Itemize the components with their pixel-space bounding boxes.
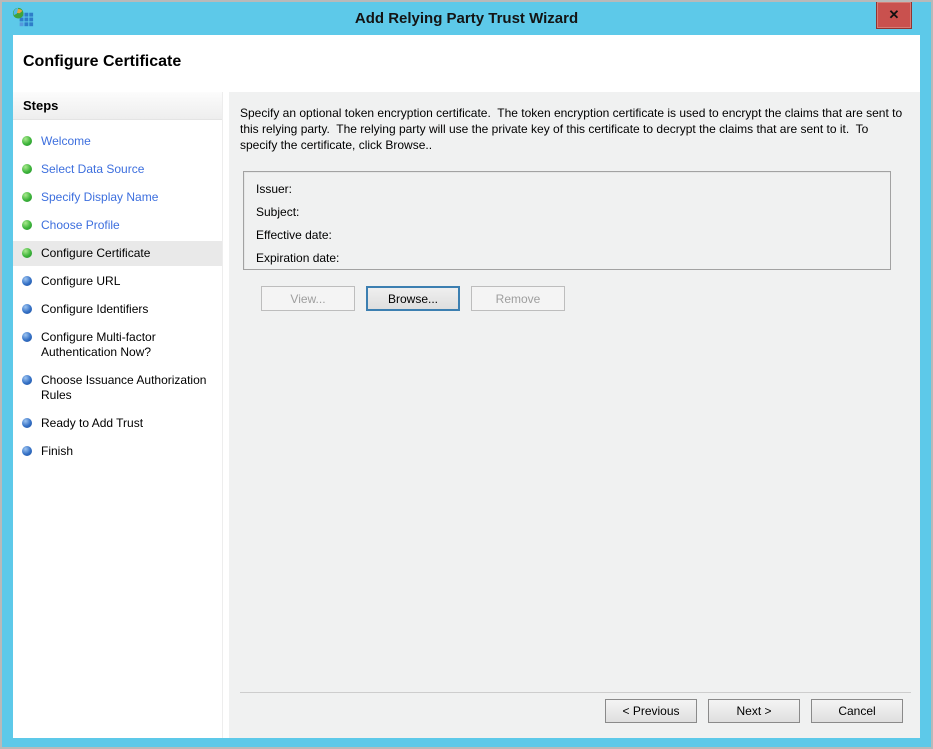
steps-heading: Steps (13, 92, 222, 120)
page-title: Configure Certificate (23, 53, 181, 71)
step-done-icon (22, 136, 32, 146)
adfs-app-icon (11, 6, 36, 31)
step-current-icon (22, 248, 32, 258)
step-choose-issuance-rules: Choose Issuance Authorization Rules (13, 368, 222, 408)
step-todo-icon (22, 276, 32, 286)
view-button[interactable]: View... (261, 286, 355, 311)
cert-field-effective-date: Effective date: (256, 224, 890, 247)
certificate-info-box: Issuer: Subject: Effective date: Expirat… (243, 171, 891, 270)
step-configure-certificate: Configure Certificate (13, 241, 222, 266)
cert-field-expiration-date: Expiration date: (256, 247, 890, 270)
step-welcome[interactable]: Welcome (13, 129, 222, 154)
step-finish: Finish (13, 439, 222, 464)
titlebar: Add Relying Party Trust Wizard ✕ (2, 2, 931, 35)
footer-separator (240, 692, 911, 693)
browse-button[interactable]: Browse... (366, 286, 460, 311)
previous-button[interactable]: < Previous (605, 699, 697, 723)
step-done-icon (22, 164, 32, 174)
remove-button[interactable]: Remove (471, 286, 565, 311)
dialog-client-area: Configure Certificate Steps Welcome Sele… (13, 35, 920, 738)
step-todo-icon (22, 446, 32, 456)
wizard-window: Add Relying Party Trust Wizard ✕ Configu… (0, 0, 933, 749)
step-specify-display-name[interactable]: Specify Display Name (13, 185, 222, 210)
step-todo-icon (22, 375, 32, 385)
steps-list: Welcome Select Data Source Specify Displ… (13, 120, 222, 464)
step-configure-mfa: Configure Multi-factor Authentication No… (13, 325, 222, 365)
cancel-button[interactable]: Cancel (811, 699, 903, 723)
step-select-data-source[interactable]: Select Data Source (13, 157, 222, 182)
step-choose-profile[interactable]: Choose Profile (13, 213, 222, 238)
steps-sidebar: Steps Welcome Select Data Source Specify… (13, 92, 223, 738)
step-description: Specify an optional token encryption cer… (240, 105, 904, 153)
next-button[interactable]: Next > (708, 699, 800, 723)
cert-field-issuer: Issuer: (256, 178, 890, 201)
step-done-icon (22, 220, 32, 230)
step-configure-identifiers: Configure Identifiers (13, 297, 222, 322)
step-done-icon (22, 192, 32, 202)
step-todo-icon (22, 418, 32, 428)
window-title: Add Relying Party Trust Wizard (62, 2, 871, 35)
page-header: Configure Certificate (13, 35, 920, 92)
cert-field-subject: Subject: (256, 201, 890, 224)
close-button[interactable]: ✕ (876, 2, 912, 29)
step-todo-icon (22, 332, 32, 342)
step-ready-to-add-trust: Ready to Add Trust (13, 411, 222, 436)
main-panel: Specify an optional token encryption cer… (229, 92, 920, 738)
step-todo-icon (22, 304, 32, 314)
step-configure-url: Configure URL (13, 269, 222, 294)
